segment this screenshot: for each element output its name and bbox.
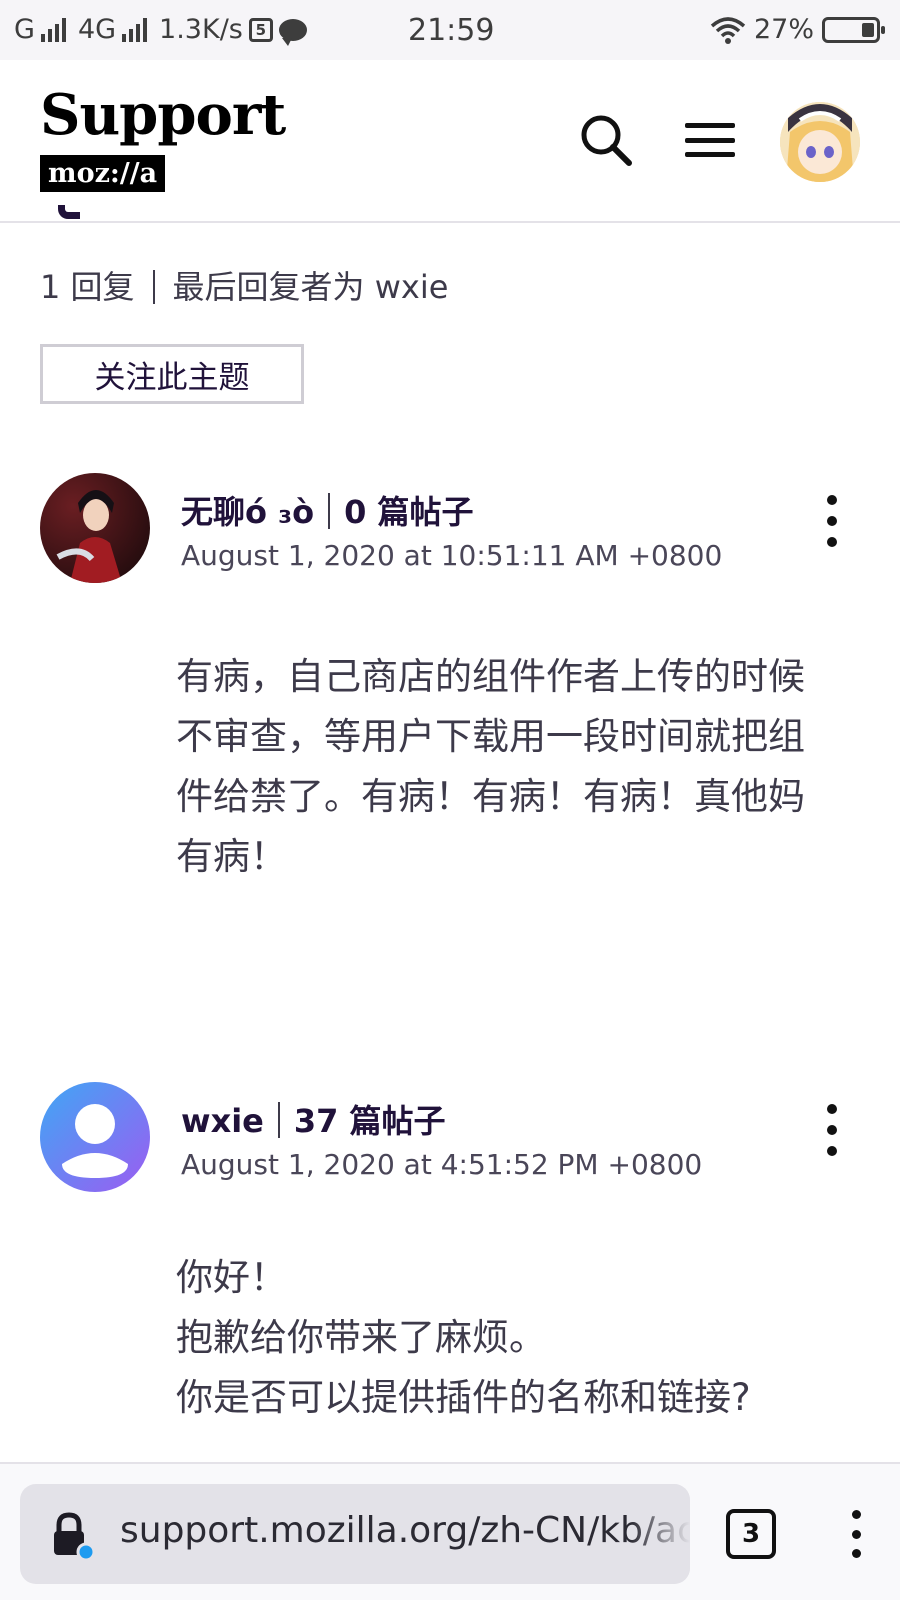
clock: 21:59: [408, 13, 495, 48]
network-speed: 1.3K/s: [159, 14, 243, 45]
status-right: 27%: [710, 14, 885, 45]
hamburger-menu-icon[interactable]: [680, 110, 740, 170]
signal-icon: [40, 17, 66, 42]
browser-toolbar: support.mozilla.org/zh-CN/kb/ac 3: [0, 1462, 900, 1600]
post-body-line: 抱歉给你带来了麻烦。: [176, 1316, 546, 1359]
post-date[interactable]: August 1, 2020 at 4:51:52 PM +0800: [181, 1148, 702, 1181]
sim-card-icon: 5: [248, 17, 273, 42]
post-body: 有病，自己商店的组件作者上传的时候 不审查，等用户下载用一段时间就把组 件给禁了…: [176, 647, 856, 887]
author-avatar[interactable]: [40, 1082, 150, 1192]
author-divider: [277, 1102, 280, 1138]
meta-divider: [152, 270, 155, 304]
status-left: G 4G 1.3K/s 5: [14, 14, 307, 46]
url-text[interactable]: support.mozilla.org/zh-CN/kb/ac: [120, 1510, 690, 1551]
thread-meta: 1 回复 最后回复者为 wxie: [40, 262, 448, 308]
reply-count: 1 回复: [40, 268, 135, 306]
carrier-label-g: G: [14, 14, 35, 45]
post-body-line: 你是否可以提供插件的名称和链接?: [176, 1376, 751, 1419]
battery-percent: 27%: [753, 14, 814, 45]
author-post-count: 0 篇帖子: [344, 493, 474, 531]
user-avatar[interactable]: [780, 102, 860, 182]
post-more-options-icon[interactable]: [812, 491, 852, 551]
carrier-label-4g: 4G: [77, 14, 117, 45]
browser-menu-icon[interactable]: [836, 1506, 876, 1562]
author-avatar[interactable]: [40, 473, 150, 583]
last-reply-by: 最后回复者为 wxie: [172, 268, 449, 306]
post-body-line: 你好！: [176, 1256, 287, 1299]
support-logo-text[interactable]: Support: [40, 82, 286, 148]
post-body-line: 有病，自己商店的组件作者上传的时候: [176, 655, 805, 698]
author-name[interactable]: 无聊ó ₃ò: [181, 493, 314, 531]
author-divider: [328, 493, 331, 529]
signal-icon-2: [122, 17, 148, 42]
post-body-line: 件给禁了。有病！有病！有病！真他妈: [176, 775, 805, 818]
mozilla-logo[interactable]: moz://a: [40, 155, 166, 192]
battery-icon: [822, 16, 885, 43]
wifi-icon: [710, 16, 746, 44]
url-fade: [630, 1484, 690, 1584]
follow-thread-button[interactable]: 关注此主题: [40, 344, 304, 404]
author-line: wxie 37 篇帖子: [181, 1096, 446, 1142]
tab-counter-button[interactable]: 3: [726, 1509, 776, 1559]
battery-fill: [862, 22, 874, 37]
post-more-options-icon[interactable]: [812, 1100, 852, 1160]
post-date[interactable]: August 1, 2020 at 10:51:11 AM +0800: [181, 539, 722, 572]
status-bar: G 4G 1.3K/s 5 21:59 27%: [0, 0, 900, 60]
search-icon[interactable]: [576, 110, 636, 170]
post-body-line: 有病！: [176, 835, 287, 878]
address-bar[interactable]: support.mozilla.org/zh-CN/kb/ac: [20, 1484, 690, 1584]
site-header: Support moz://a: [0, 60, 900, 223]
author-post-count: 37 篇帖子: [293, 1102, 446, 1140]
post-body: 你好！ 抱歉给你带来了麻烦。 你是否可以提供插件的名称和链接?: [176, 1248, 856, 1428]
thread-title-fragment: [58, 205, 84, 227]
author-line: 无聊ó ₃ò 0 篇帖子: [181, 487, 474, 533]
author-name[interactable]: wxie: [181, 1102, 264, 1140]
message-bubble-icon: [278, 18, 307, 46]
lock-icon[interactable]: [50, 1512, 96, 1562]
post-body-line: 不审查，等用户下载用一段时间就把组: [176, 715, 805, 758]
